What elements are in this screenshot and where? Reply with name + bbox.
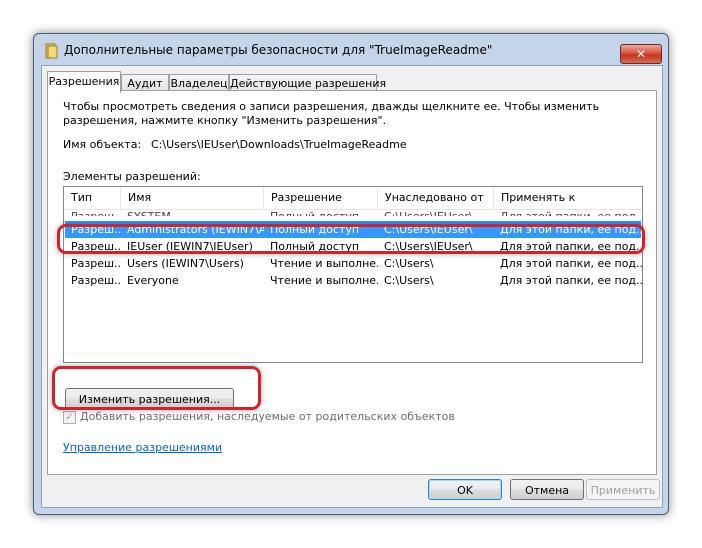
tab-permissions[interactable]: Разрешения — [47, 71, 121, 93]
cell-inherited: C:\Users\ — [384, 274, 434, 287]
cell-type: Разреш... — [65, 208, 121, 216]
highlight-change-permissions-button — [52, 366, 261, 410]
cell-permission: Чтение и выполне... — [270, 257, 378, 270]
manage-permissions-link[interactable]: Управление разрешениями — [63, 441, 222, 454]
cell-name: Everyone — [127, 274, 179, 287]
ok-button[interactable]: OK — [428, 479, 502, 500]
cell-permission: Полный доступ — [264, 208, 378, 216]
folder-icon — [45, 43, 58, 59]
cell-apply-to: Для этой папки, ее под... — [500, 257, 643, 270]
instructions-text: Чтобы просмотреть сведения о записи разр… — [63, 100, 600, 127]
permission-entries-label: Элементы разрешений: — [63, 170, 201, 183]
cell-inherited: C:\Users\ — [384, 257, 434, 270]
table-row[interactable]: Разреш... SYSTEM Полный доступ C:\Users\… — [65, 208, 641, 216]
cell-type: Разреш... — [71, 274, 121, 287]
table-row[interactable]: Разреш... Everyone Чтение и выполне... C… — [65, 272, 643, 289]
highlight-selected-row — [57, 224, 645, 254]
cell-inherited: C:\Users\IEUser\ — [378, 208, 494, 216]
column-header-apply-to[interactable]: Применять к — [494, 187, 640, 209]
cell-name: Users (IEWIN7\Users) — [127, 257, 244, 270]
column-header-permission[interactable]: Разрешение — [264, 187, 378, 209]
column-header-inherited-from[interactable]: Унаследовано от — [378, 187, 494, 209]
cell-type: Разреш... — [71, 257, 121, 270]
dialog-client-area: Разрешения Аудит Владелец Действующие ра… — [41, 65, 663, 508]
object-name-value: C:\Users\IEUser\Downloads\TrueImageReadm… — [151, 138, 407, 151]
cell-name: SYSTEM — [121, 208, 264, 216]
cancel-button[interactable]: Отмена — [510, 479, 584, 500]
cell-apply-to: Для этой папки, ее под... — [500, 274, 643, 287]
title-bar[interactable]: Дополнительные параметры безопасности дл… — [34, 34, 668, 64]
apply-button[interactable]: Применить — [586, 479, 660, 500]
cell-permission: Чтение и выполне... — [270, 274, 378, 287]
permission-entries-list[interactable]: Тип Имя Разрешение Унаследовано от Приме… — [63, 186, 643, 363]
list-header: Тип Имя Разрешение Унаследовано от Приме… — [64, 187, 642, 210]
cell-apply-to: Для этой папки, ее под... — [494, 208, 641, 216]
inherit-permissions-checkbox[interactable]: ✓ — [63, 411, 76, 424]
inherit-permissions-label: Добавить разрешения, наследуемые от роди… — [80, 410, 455, 423]
column-header-name[interactable]: Имя — [121, 187, 264, 209]
security-dialog-window: Дополнительные параметры безопасности дл… — [33, 33, 669, 515]
column-header-type[interactable]: Тип — [64, 187, 121, 209]
close-button[interactable]: ✕ — [620, 44, 662, 64]
window-title: Дополнительные параметры безопасности дл… — [64, 43, 493, 57]
object-name-label: Имя объекта: — [63, 138, 142, 151]
table-row[interactable]: Разреш... Users (IEWIN7\Users) Чтение и … — [65, 255, 643, 272]
permissions-tab-panel: Чтобы просмотреть сведения о записи разр… — [47, 90, 657, 475]
